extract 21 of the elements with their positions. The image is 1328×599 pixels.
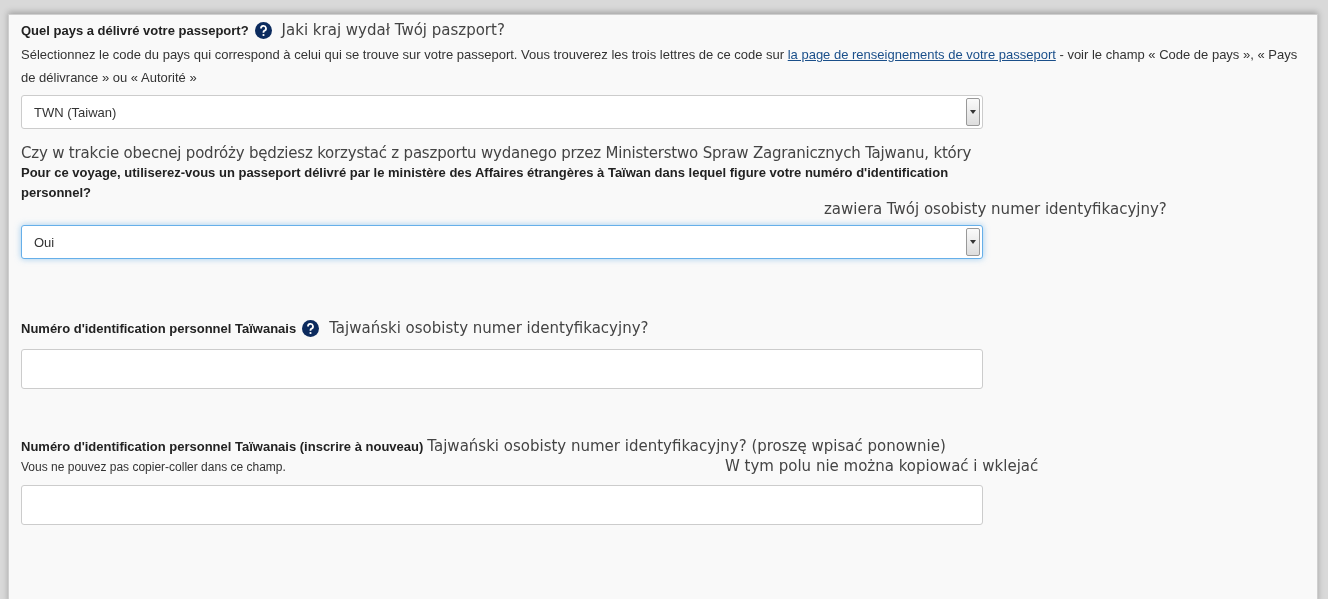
- caret-icon: [966, 98, 980, 126]
- question-label: Numéro d'identification personnel Taïwanais (inscrire à nouveau): [21, 439, 424, 454]
- question-label: Quel pays a délivré votre passeport?: [21, 22, 249, 38]
- passport-page-link[interactable]: la page de renseignements de votre passeport: [787, 47, 1056, 62]
- caret-icon: [966, 228, 980, 256]
- help-icon[interactable]: [254, 21, 272, 39]
- input-field[interactable]: [21, 349, 983, 389]
- country-select[interactable]: TWN (Taiwan): [21, 95, 983, 129]
- help-icon[interactable]: [302, 319, 320, 337]
- translation-text: Jaki kraj wydał Twój paszport?: [281, 21, 505, 39]
- translation-text: Tajwański osobisty numer identyfikacyjny?: [329, 319, 649, 337]
- hint-text: Sélectionnez le code du pays qui correspond à celui qui se trouve sur votre passeport. Vous trouverez les trois lettres de ce code sur la page de renseignements de votre passeport - voir le champ « Code de pays », « Pays de délivrance » ou « Autorité »: [21, 46, 1299, 87]
- input-field[interactable]: [21, 485, 983, 525]
- country-select[interactable]: Oui: [21, 225, 983, 259]
- question-label: Numéro d'identification personnel Taïwanais: [21, 320, 297, 336]
- translation-text: W tym polu nie można kopiować i wklejać: [725, 457, 1039, 475]
- question-label: Pour ce voyage, utiliserez-vous un passeport délivré par le ministère des Affaires étrangères à Taïwan dans lequel figure votre numéro d'identification personnel?: [21, 164, 950, 201]
- hint-text: Vous ne pouvez pas copier-coller dans ce champ.: [21, 460, 287, 474]
- translation-text: Czy w trakcie obecnej podróży będziesz korzystać z paszportu wydanego przez Ministerstwo Spraw Zagranicznych Tajwanu, który: [21, 143, 973, 163]
- translation-text: zawiera Twój osobisty numer identyfikacyjny?: [824, 199, 1168, 219]
- translation-text: Tajwański osobisty numer identyfikacyjny? (proszę wpisać ponownie): [427, 437, 946, 455]
